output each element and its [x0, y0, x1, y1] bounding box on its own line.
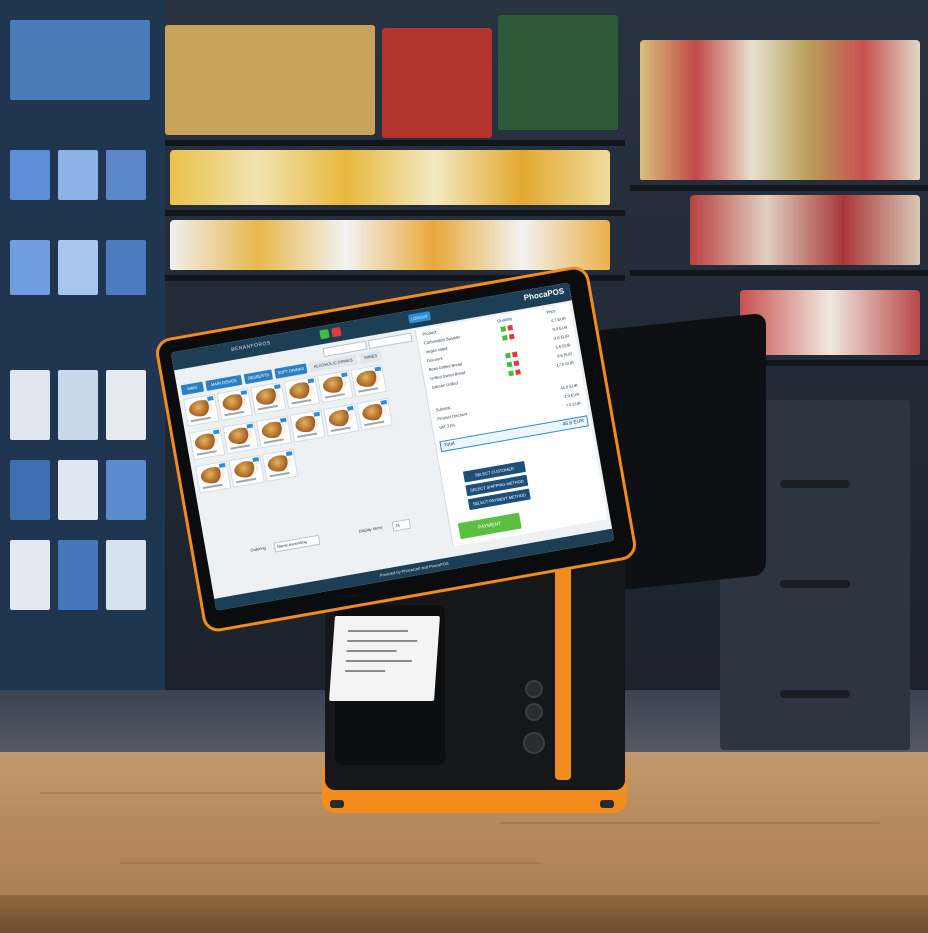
product-tile[interactable] — [250, 381, 287, 415]
shelf-product — [170, 220, 610, 270]
column-product: Product — [422, 329, 437, 337]
shelf-product — [170, 150, 610, 205]
product-tile[interactable] — [317, 370, 354, 404]
shelf-product — [740, 290, 920, 355]
column-price: Price — [546, 308, 556, 315]
product-tile[interactable] — [255, 415, 293, 449]
speaker-icon — [523, 732, 545, 754]
power-button[interactable] — [525, 680, 543, 698]
tab-main[interactable]: MAIN — [180, 381, 205, 396]
cancel-button[interactable] — [331, 326, 342, 338]
product-tile[interactable] — [350, 364, 387, 398]
product-tile[interactable] — [228, 454, 265, 488]
product-tile[interactable] — [183, 393, 220, 427]
payment-button[interactable]: PAYMENT — [457, 512, 522, 540]
total-value: 46.8 EUR — [562, 417, 585, 428]
column-quantity: Quantity — [496, 315, 513, 324]
logout-button[interactable]: LOGOUT — [407, 311, 432, 324]
product-tile[interactable] — [194, 460, 232, 494]
shelf-product — [640, 40, 920, 180]
quantity-stepper[interactable] — [500, 324, 517, 332]
device-foot — [600, 800, 614, 808]
ordering-label: Ordering — [249, 545, 267, 553]
quantity-stepper[interactable] — [506, 360, 524, 368]
shelf-product — [690, 195, 920, 265]
product-tile[interactable] — [189, 427, 226, 461]
receipt-paper — [329, 616, 440, 701]
device-foot — [330, 800, 344, 808]
quantity-stepper[interactable] — [508, 369, 525, 377]
left-shelf-unit — [0, 0, 165, 690]
quantity-stepper[interactable] — [505, 351, 522, 359]
product-tile[interactable] — [356, 397, 393, 431]
counter-edge — [0, 895, 928, 933]
store-sign — [498, 15, 618, 130]
ordering-select[interactable]: Name ascending — [273, 534, 321, 553]
order-summary: Product Quantity Price Carbonated Sparkl… — [414, 302, 608, 547]
product-tile[interactable] — [283, 375, 320, 410]
product-tile[interactable] — [216, 387, 253, 421]
quantity-stepper[interactable] — [501, 333, 519, 341]
pos-app-screen: BENANFOROS LOGOUT PhocaPOS MAIN MAIN DIS… — [170, 282, 615, 611]
hardware-button[interactable] — [525, 703, 543, 721]
display-items-select[interactable]: 24 — [391, 518, 412, 532]
tab-desserts[interactable]: DESSERTS — [243, 369, 274, 385]
pos-terminal-photo: BENANFOROS LOGOUT PhocaPOS MAIN MAIN DIS… — [0, 0, 928, 933]
total-label: Total — [443, 440, 456, 449]
store-sign — [382, 28, 492, 138]
tab-wines[interactable]: WINES — [358, 350, 383, 364]
store-sign — [165, 25, 375, 135]
product-tile[interactable] — [322, 403, 360, 437]
product-tile[interactable] — [261, 448, 299, 482]
tab-soft-drinks[interactable]: SOFT DRINKS — [274, 363, 308, 379]
tab-main-dishes[interactable]: MAIN DISHES — [205, 374, 243, 391]
display-items-label: Display Items — [358, 524, 383, 534]
product-tile[interactable] — [222, 421, 259, 455]
product-tile[interactable] — [289, 409, 326, 443]
store-title: BENANFOROS — [230, 340, 272, 354]
brand-logo: PhocaPOS — [523, 286, 565, 303]
confirm-button[interactable] — [319, 328, 330, 340]
